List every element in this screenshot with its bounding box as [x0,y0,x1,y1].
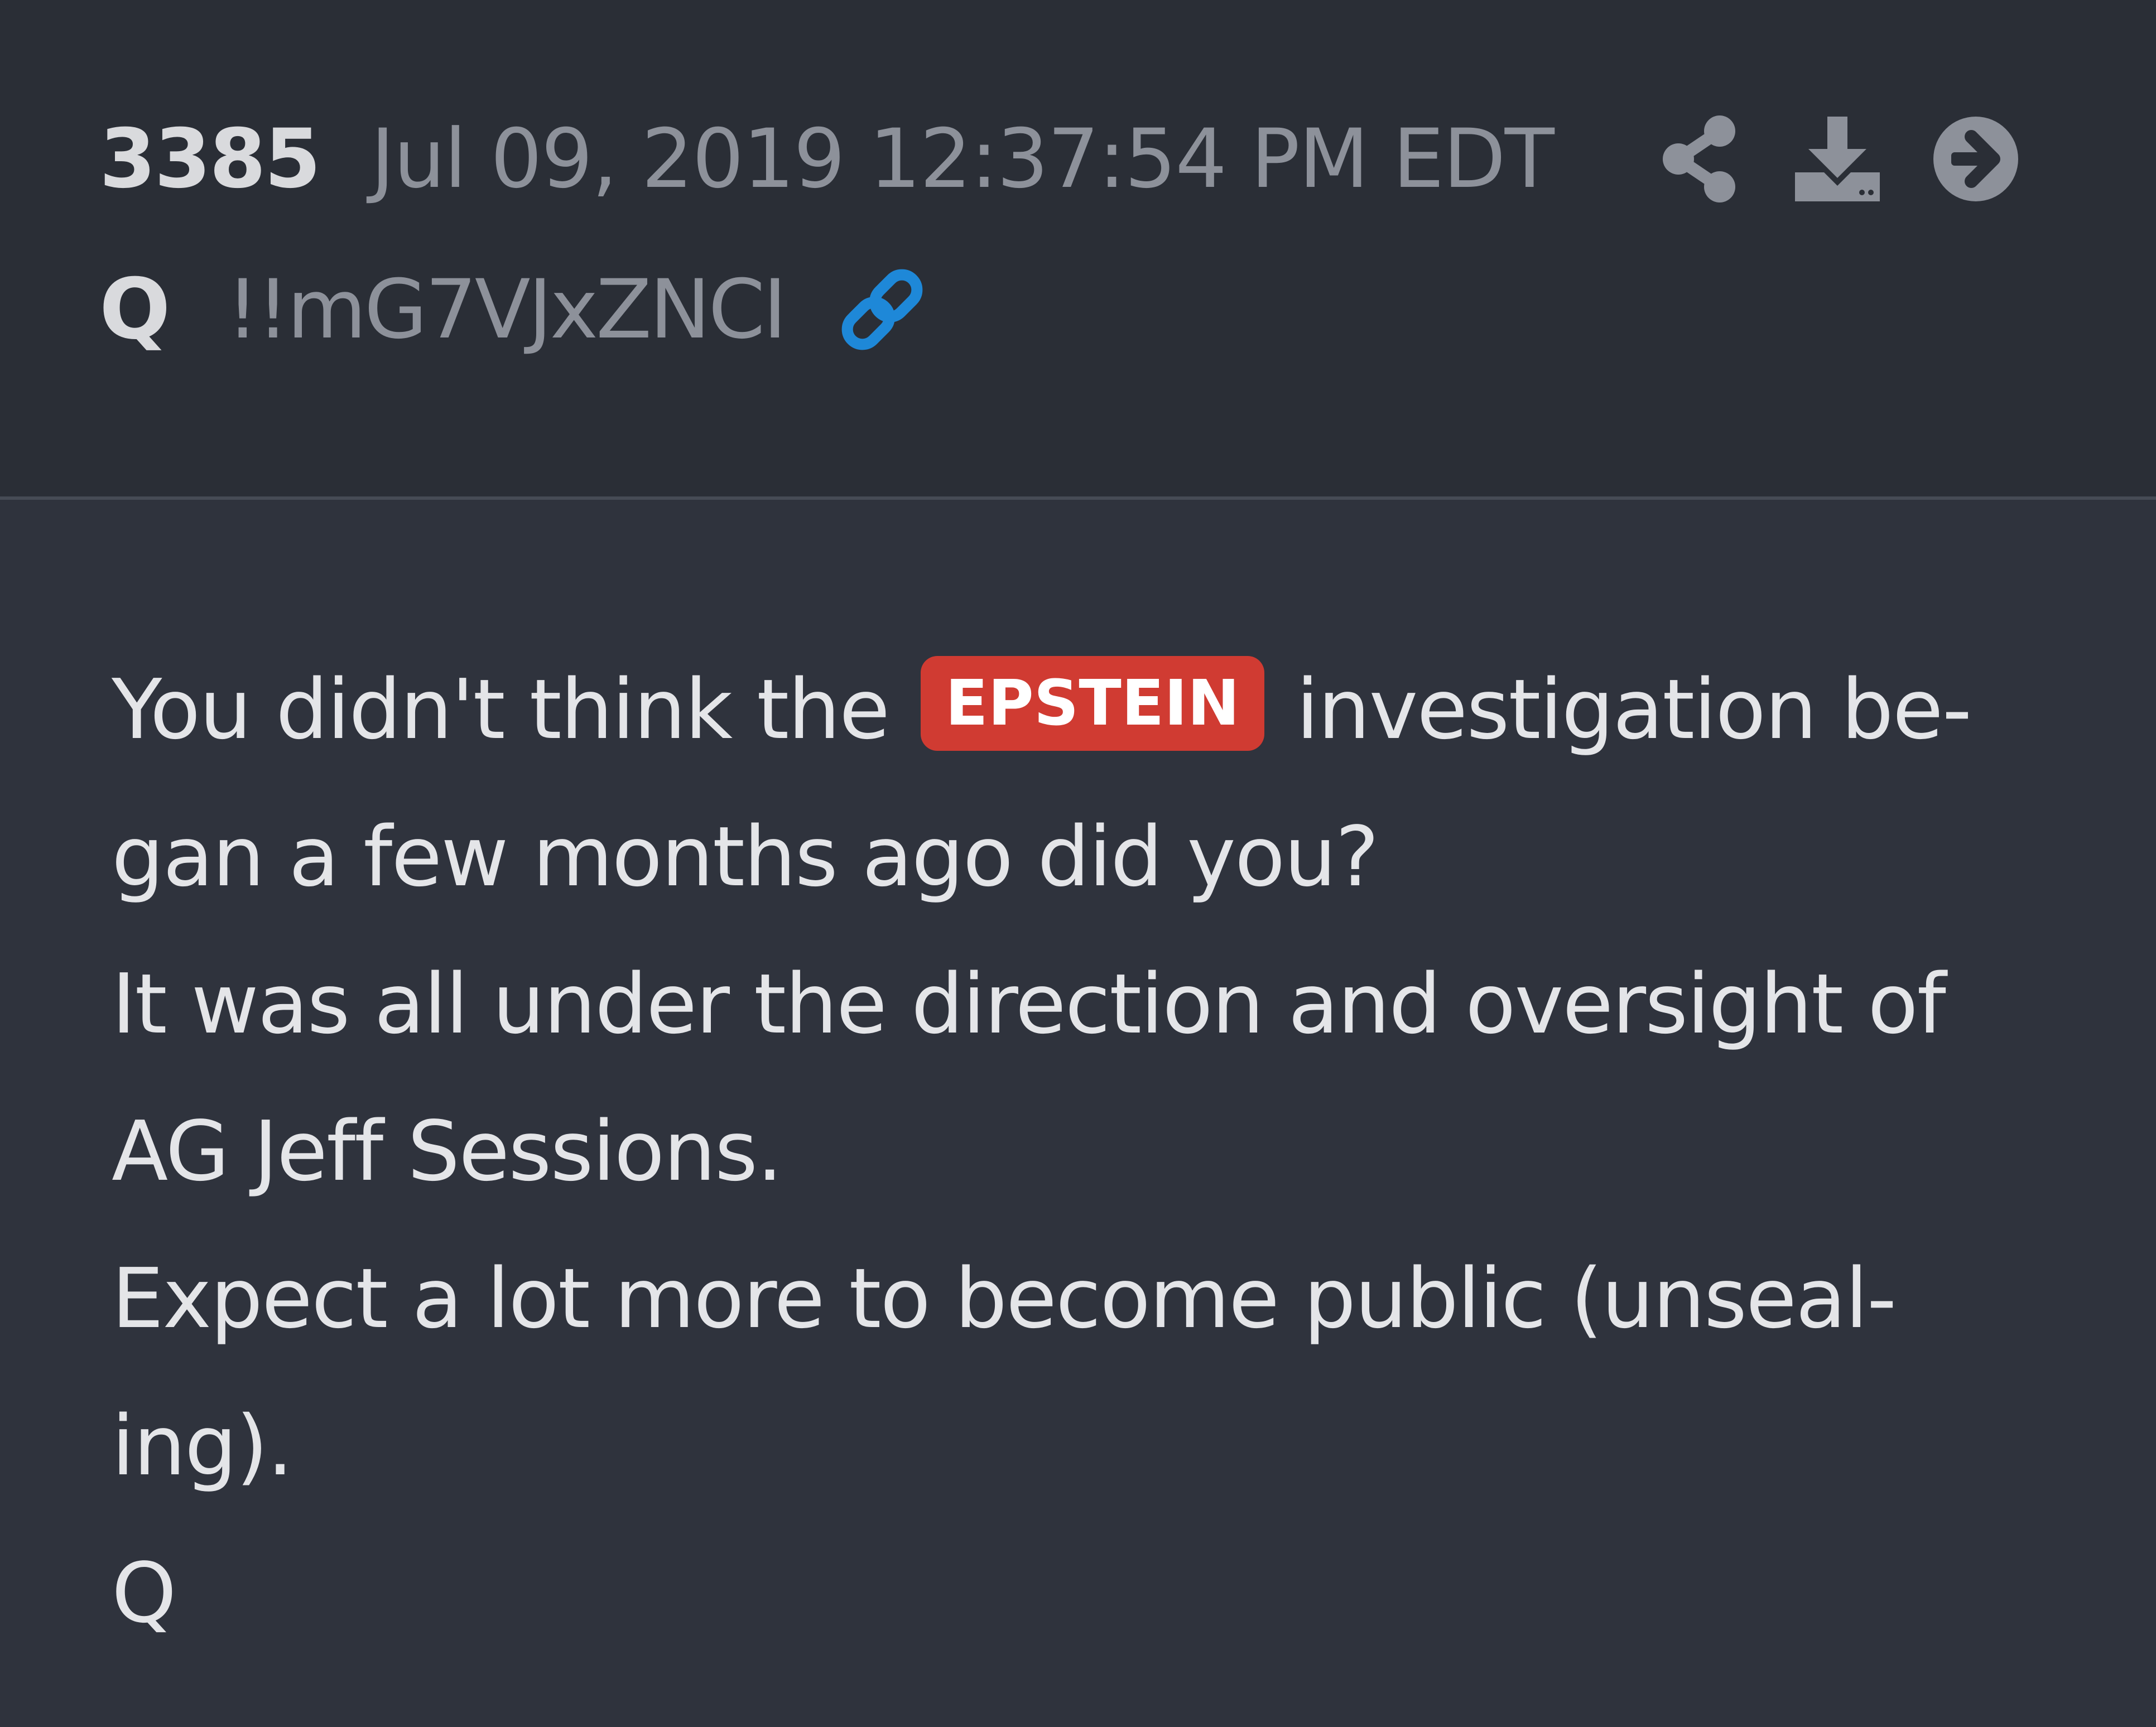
body-signature: Q [112,1545,177,1641]
author-name: Q [99,261,171,358]
body-line: gan a few months ago did you? [112,809,1379,905]
author-row: Q !!mG7VJxZNCI [99,254,930,365]
body-line: Expect a lot more to become public (unse… [112,1251,1897,1347]
body-line: You didn't think the EPSTEIN investigati… [112,636,2009,783]
share-icon[interactable] [1652,112,1746,206]
tag-badge[interactable]: EPSTEIN [921,656,1264,751]
body-text: investigation be- [1296,662,1972,758]
post-body: You didn't think the EPSTEIN investigati… [112,636,2009,1667]
download-icon[interactable] [1790,112,1885,206]
arrow-right-circle-icon[interactable] [1928,112,2023,206]
post-meta-row: 3385 Jul 09, 2019 12:37:54 PM EDT [99,106,1555,212]
post-header: 3385 Jul 09, 2019 12:37:54 PM EDT Q !!mG… [0,0,2156,500]
body-line: AG Jeff Sessions. [112,1103,783,1199]
post-date: Jul 09, 2019 12:37:54 PM EDT [370,112,1555,206]
link-icon[interactable] [835,262,930,357]
tripcode: !!mG7VJxZNCI [226,262,787,357]
post-actions [1652,112,2067,206]
body-line: ing). [112,1398,293,1494]
body-line: It was all under the direction and overs… [112,956,1946,1052]
body-text: You didn't think the [112,662,890,758]
post-number: 3385 [99,112,321,206]
post-card: 3385 Jul 09, 2019 12:37:54 PM EDT Q !!mG… [0,0,2156,1727]
